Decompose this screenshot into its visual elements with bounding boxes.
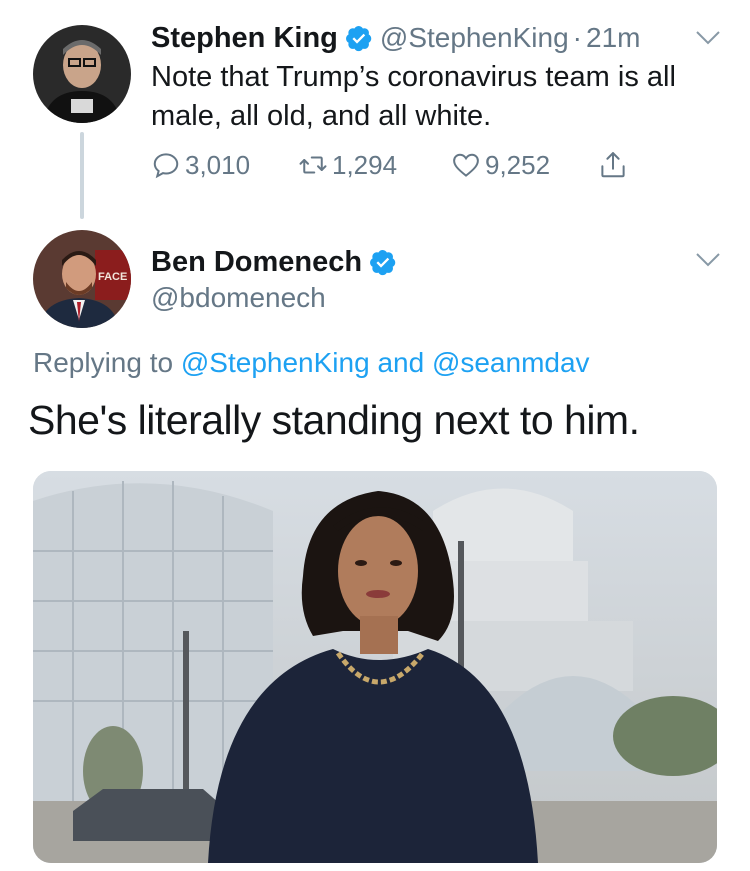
avatar-sign-text: FACE bbox=[98, 271, 127, 283]
separator-dot: · bbox=[572, 22, 582, 53]
share-button[interactable] bbox=[598, 145, 628, 185]
verified-badge-icon bbox=[369, 248, 397, 276]
tweet1-text: Note that Trump’s coronavirus team is al… bbox=[151, 61, 676, 132]
ben-domenech-avatar[interactable]: FACE bbox=[33, 230, 131, 328]
verified-badge-icon bbox=[345, 24, 373, 52]
reply-button[interactable]: 3,010 bbox=[151, 145, 250, 185]
author-name[interactable]: Stephen King bbox=[151, 22, 338, 55]
retweet-button[interactable]: 1,294 bbox=[298, 145, 397, 185]
photo-woman-capitol-icon bbox=[33, 471, 717, 863]
author-handle[interactable]: @bdomenech bbox=[151, 280, 326, 316]
avatar-photo-icon: FACE bbox=[33, 230, 131, 328]
replying-and[interactable]: and bbox=[377, 347, 424, 378]
replying-user-link[interactable]: @seanmdav bbox=[432, 347, 590, 378]
tweet2-text: She's literally standing next to him. bbox=[28, 397, 640, 443]
stephen-king-avatar[interactable] bbox=[33, 25, 131, 123]
author-handle[interactable]: @StephenKing bbox=[380, 22, 569, 54]
chevron-down-icon[interactable] bbox=[695, 252, 721, 268]
tweet1-actions: 3,010 1,294 9,252 bbox=[151, 145, 651, 185]
like-button[interactable]: 9,252 bbox=[451, 145, 550, 185]
reply-icon bbox=[153, 153, 179, 179]
timestamp[interactable]: 21m bbox=[586, 22, 640, 54]
tweet2-header: Ben Domenech bbox=[151, 242, 404, 282]
replying-to-line: Replying to @StephenKing and @seanmdav bbox=[33, 345, 590, 381]
retweet-count: 1,294 bbox=[332, 149, 398, 180]
heart-icon bbox=[453, 153, 479, 177]
retweet-icon bbox=[299, 156, 327, 174]
avatar-photo-icon bbox=[33, 25, 131, 123]
tweet-media-image[interactable] bbox=[33, 471, 717, 863]
replying-user-link[interactable]: @StephenKing bbox=[181, 347, 370, 378]
like-count: 9,252 bbox=[485, 149, 551, 180]
author-name[interactable]: Ben Domenech bbox=[151, 246, 362, 279]
reply-count: 3,010 bbox=[185, 149, 251, 180]
tweet1-header: Stephen King @StephenKing · 21m bbox=[151, 18, 640, 58]
chevron-down-icon[interactable] bbox=[695, 30, 721, 46]
thread-line bbox=[80, 132, 84, 219]
replying-prefix: Replying to bbox=[33, 347, 174, 378]
share-icon bbox=[601, 152, 625, 178]
